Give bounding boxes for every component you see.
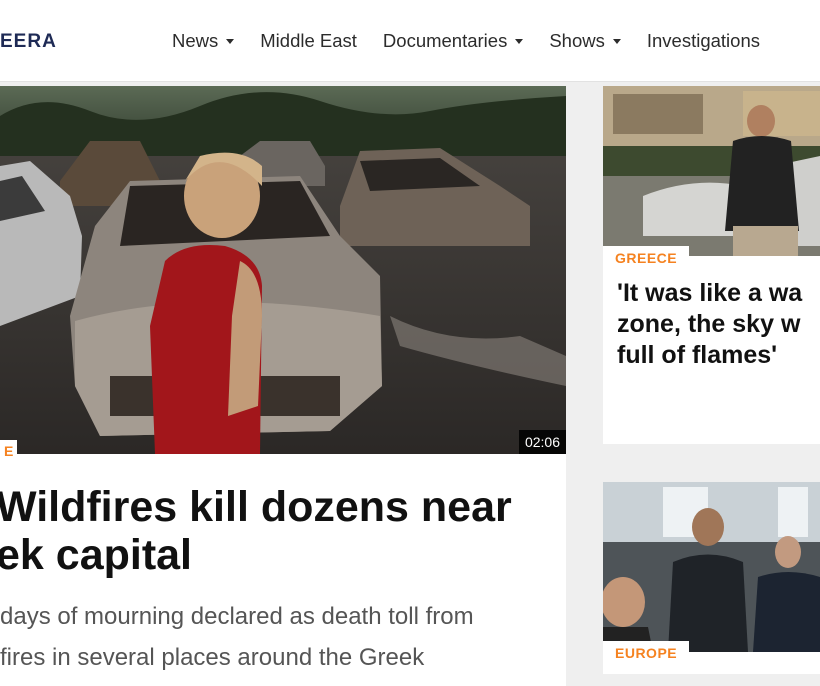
nav-item-label: News	[172, 30, 219, 51]
main-story-card[interactable]: 02:06 E Wildfires kill dozens near ek ca…	[0, 86, 566, 686]
nav-item-label: Investigations	[646, 30, 760, 51]
chevron-down-icon	[226, 38, 235, 44]
main-story-video-thumbnail[interactable]: 02:06	[0, 86, 566, 454]
video-duration-badge: 02:06	[518, 430, 566, 454]
burnt-cars-photo	[0, 86, 566, 454]
nav-item-shows[interactable]: Shows	[549, 30, 621, 52]
nav-item-news[interactable]: News	[172, 30, 235, 52]
nav-item-label: Middle East	[260, 30, 357, 51]
side-story-card[interactable]: EUROPE	[603, 482, 820, 674]
nav-item-label: Shows	[549, 30, 605, 51]
top-navigation-bar: EERA News Middle East Documentaries Show…	[0, 0, 820, 82]
main-story-headline[interactable]: Wildfires kill dozens near ek capital	[0, 483, 566, 579]
nav-menu: News Middle East Documentaries Shows Inv…	[172, 30, 786, 52]
chevron-down-icon	[612, 38, 621, 44]
side-story-headline[interactable]: 'It was like a wa zone, the sky w full o…	[617, 278, 820, 371]
main-story-summary: days of mourning declared as death toll …	[0, 603, 474, 671]
side-story-category-tag[interactable]: EUROPE	[603, 641, 690, 665]
main-story-category-tag[interactable]: E	[0, 440, 18, 462]
nav-item-documentaries[interactable]: Documentaries	[382, 30, 524, 52]
site-logo[interactable]: EERA	[0, 31, 57, 53]
side-story-category-tag[interactable]: GREECE	[603, 246, 690, 270]
nav-item-middle-east[interactable]: Middle East	[260, 30, 357, 52]
chevron-down-icon	[515, 38, 524, 44]
side-story-card[interactable]: GREECE 'It was like a wa zone, the sky w…	[603, 86, 820, 444]
nav-item-label: Documentaries	[382, 30, 508, 51]
side-story-photo[interactable]	[603, 482, 820, 652]
side-story-photo[interactable]	[603, 86, 820, 256]
nav-item-investigations[interactable]: Investigations	[647, 30, 760, 52]
